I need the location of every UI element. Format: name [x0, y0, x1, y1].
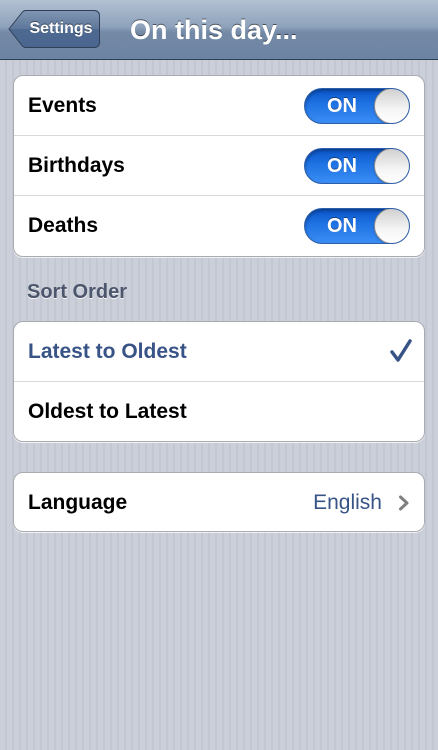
- birthdays-switch[interactable]: ON: [304, 148, 410, 184]
- deaths-label: Deaths: [28, 214, 99, 237]
- navigation-bar: Settings On this day...: [0, 0, 438, 60]
- deaths-switch-state: ON: [327, 215, 357, 237]
- back-button-label: Settings: [29, 20, 93, 37]
- deaths-switch[interactable]: ON: [304, 208, 410, 244]
- birthdays-label: Birthdays: [28, 154, 125, 177]
- sort-option-latest-to-oldest[interactable]: Latest to Oldest: [14, 322, 424, 382]
- checkmark-icon: [390, 339, 412, 362]
- events-label: Events: [28, 94, 97, 117]
- events-row: Events ON: [14, 76, 424, 136]
- birthdays-switch-state: ON: [327, 155, 357, 177]
- sort-option-oldest-to-latest[interactable]: Oldest to Latest: [14, 382, 424, 441]
- chevron-right-icon: [399, 495, 409, 511]
- birthdays-row: Birthdays ON: [14, 136, 424, 196]
- switch-knob: [374, 209, 409, 243]
- events-switch-state: ON: [327, 95, 357, 117]
- sort-order-group: Latest to Oldest Oldest to Latest: [13, 321, 425, 442]
- toggle-group: Events ON Birthdays ON Deaths ON: [13, 75, 425, 257]
- events-switch[interactable]: ON: [304, 88, 410, 124]
- sort-option-label: Latest to Oldest: [28, 340, 187, 363]
- language-label: Language: [28, 491, 128, 514]
- language-value: English: [313, 491, 382, 514]
- page-title: On this day...: [130, 15, 298, 45]
- switch-knob: [374, 149, 409, 183]
- language-group: Language English: [13, 472, 425, 532]
- sort-option-label: Oldest to Latest: [28, 400, 187, 423]
- language-row[interactable]: Language English: [14, 473, 424, 531]
- sort-order-header: Sort Order: [27, 281, 128, 303]
- settings-back-button[interactable]: Settings: [8, 10, 100, 48]
- deaths-row: Deaths ON: [14, 196, 424, 256]
- switch-knob: [374, 89, 409, 123]
